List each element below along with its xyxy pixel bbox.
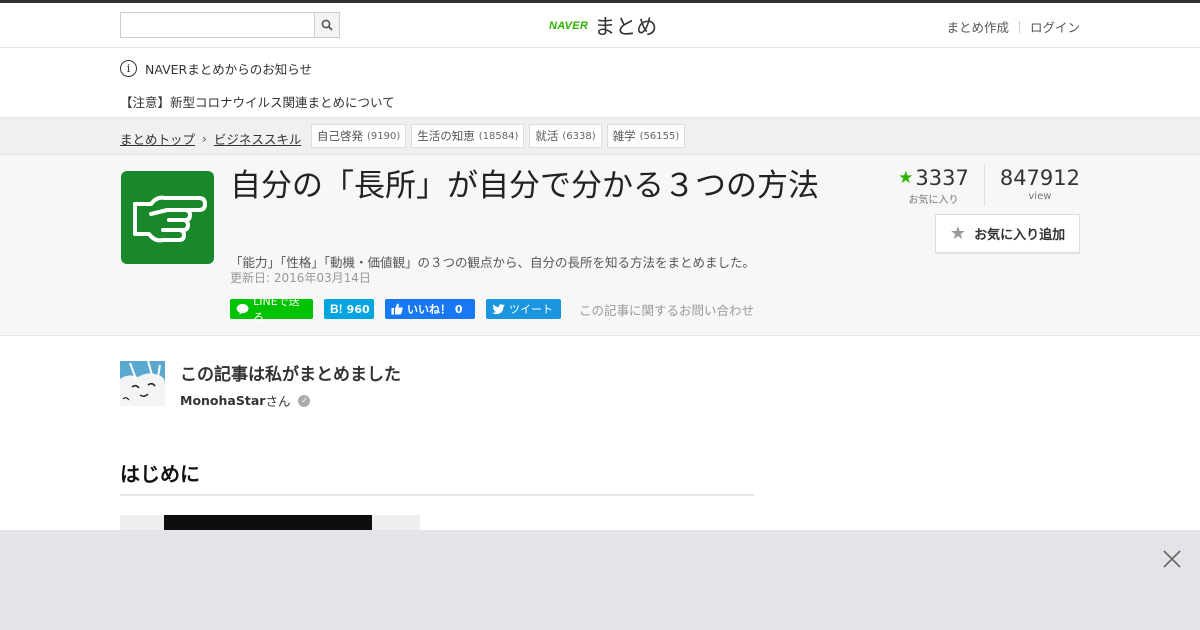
author-name-line: MonohaStar さん ✓	[180, 391, 311, 410]
contact-link[interactable]: この記事に関するお問い合わせ	[579, 300, 754, 319]
author-name[interactable]: MonohaStar	[180, 393, 265, 408]
tag-item[interactable]: 就活 (6338)	[529, 124, 602, 148]
tag-count: (18584)	[478, 130, 519, 142]
line-share-label: LINEで送る	[253, 295, 300, 324]
section-heading: はじめに	[120, 458, 754, 496]
facebook-like-label: いいね！ 0	[407, 303, 463, 316]
tag-item[interactable]: 生活の知恵 (18584)	[411, 124, 525, 148]
notice-link[interactable]: 【注意】新型コロナウイルス関連まとめについて	[120, 92, 395, 111]
notice-title: i NAVERまとめからのお知らせ	[120, 59, 312, 78]
article-thumbnail	[121, 171, 214, 264]
breadcrumb-category-link[interactable]: ビジネススキル	[214, 129, 302, 148]
hatena-icon: B!	[330, 302, 343, 316]
notice-section: i NAVERまとめからのお知らせ 【注意】新型コロナウイルス関連まとめについて	[0, 48, 1200, 118]
views-stat: 847912 view	[985, 165, 1080, 206]
close-icon[interactable]	[1161, 548, 1183, 570]
article-header: 自分の「長所」が自分で分かる３つの方法 「能力」「性格」「動機・価値観」の３つの…	[0, 155, 1200, 336]
logo-matome: まとめ	[594, 15, 658, 39]
views-label: view	[1028, 191, 1052, 202]
tag-item[interactable]: 自己啓発 (9190)	[311, 124, 407, 148]
tag-list: 自己啓発 (9190) 生活の知恵 (18584) 就活 (6338) 雑学 (5615…	[311, 124, 686, 148]
avatar[interactable]	[120, 361, 165, 406]
ad-overlay	[0, 530, 1200, 630]
share-buttons: LINEで送る B! 960 いいね！ 0 ツイート この記事に関するお問い合わ…	[230, 295, 754, 324]
star-icon: ★	[949, 223, 967, 244]
favorites-number: ★ 3337	[898, 165, 969, 191]
star-icon: ★	[898, 168, 914, 188]
add-favorite-button[interactable]: ★ お気に入り追加	[935, 214, 1080, 253]
tag-label: 就活	[535, 129, 559, 143]
verified-icon: ✓	[298, 394, 311, 407]
logo-naver: NAVER	[549, 20, 589, 32]
search-input[interactable]	[125, 14, 315, 36]
facebook-like-button[interactable]: いいね！ 0	[385, 299, 475, 319]
article-stats: ★ 3337 お気に入り 847912 view	[898, 165, 1080, 206]
author-section: この記事は私がまとめました MonohaStar さん ✓	[0, 336, 1200, 441]
top-header: NAVER まとめ まとめ作成 ログイン	[0, 0, 1200, 48]
tweet-label: ツイート	[509, 303, 553, 316]
twitter-bird-icon	[492, 303, 505, 314]
divider	[1018, 20, 1020, 33]
hatena-bookmark-button[interactable]: B! 960	[324, 299, 374, 319]
favorites-stat: ★ 3337 お気に入り	[898, 165, 985, 206]
site-logo[interactable]: NAVER まとめ	[549, 11, 657, 41]
favorites-count: 3337	[915, 166, 969, 190]
breadcrumb: まとめトップ › ビジネススキル	[120, 129, 301, 148]
author-suffix: さん	[265, 394, 291, 409]
article-title: 自分の「長所」が自分で分かる３つの方法	[230, 168, 819, 204]
create-matome-link[interactable]: まとめ作成	[946, 17, 1009, 36]
search-icon	[321, 19, 333, 31]
tag-label: 自己啓発	[317, 129, 363, 143]
notice-title-text: NAVERまとめからのお知らせ	[145, 62, 312, 77]
line-share-button[interactable]: LINEで送る	[230, 295, 313, 324]
add-favorite-label: お気に入り追加	[974, 228, 1066, 243]
favorites-label: お気に入り	[908, 195, 959, 206]
like-icon	[391, 303, 403, 315]
hatena-count: 960	[346, 302, 370, 316]
author-heading: この記事は私がまとめました	[180, 365, 401, 385]
views-count: 847912	[999, 166, 1080, 190]
updated-date: 更新日: 2016年03月14日	[230, 271, 371, 285]
login-link[interactable]: ログイン	[1030, 17, 1080, 36]
avatar-illustration	[120, 361, 165, 406]
tag-count: (56155)	[639, 130, 680, 142]
info-icon: i	[120, 60, 137, 77]
search-box	[120, 12, 340, 38]
tag-label: 雑学	[612, 129, 636, 143]
line-icon	[236, 303, 249, 315]
header-links: まとめ作成 ログイン	[946, 17, 1080, 36]
pointing-hand-icon	[132, 195, 207, 242]
tweet-button[interactable]: ツイート	[486, 299, 561, 319]
breadcrumb-top-link[interactable]: まとめトップ	[120, 129, 195, 148]
tag-label: 生活の知恵	[417, 129, 475, 143]
tag-count: (9190)	[367, 130, 401, 142]
chevron-right-icon: ›	[202, 131, 207, 146]
tag-item[interactable]: 雑学 (56155)	[606, 124, 686, 148]
search-button[interactable]	[314, 13, 339, 37]
breadcrumb-bar: まとめトップ › ビジネススキル 自己啓発 (9190) 生活の知恵 (18584)…	[0, 118, 1200, 155]
tag-count: (6338)	[562, 130, 596, 142]
